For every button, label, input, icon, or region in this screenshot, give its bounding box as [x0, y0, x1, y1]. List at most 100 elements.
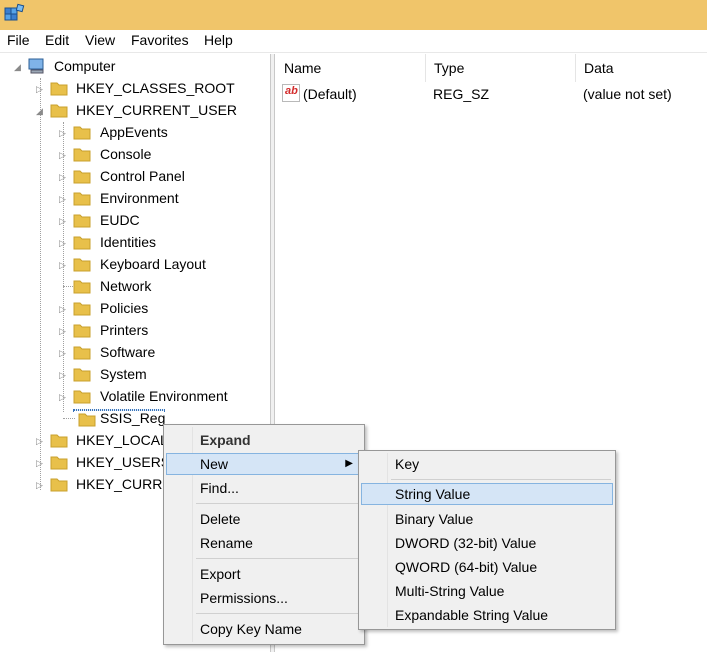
collapse-arrow-icon[interactable]: ◢	[36, 104, 46, 118]
folder-icon	[73, 302, 91, 316]
folder-icon	[73, 368, 91, 382]
tree-node-policies[interactable]: ▷ Policies	[59, 298, 269, 320]
tree-node-printers[interactable]: ▷ Printers	[59, 320, 269, 342]
expand-arrow-icon[interactable]: ▷	[59, 170, 69, 184]
submenu-item-dword[interactable]: DWORD (32-bit) Value	[361, 532, 613, 554]
menu-item-rename[interactable]: Rename	[166, 532, 362, 554]
menu-item-find[interactable]: Find...	[166, 477, 362, 499]
menu-item-expand[interactable]: Expand	[166, 429, 362, 451]
submenu-item-binary-value[interactable]: Binary Value	[361, 508, 613, 530]
tree-node-label: HKEY_CURRE	[76, 476, 172, 492]
folder-open-icon	[50, 104, 68, 118]
tree-node-environment[interactable]: ▷ Environment	[59, 188, 269, 210]
expand-arrow-icon[interactable]: ▷	[59, 302, 69, 316]
menu-view[interactable]: View	[85, 32, 115, 48]
tree-node-network[interactable]: Network	[59, 276, 269, 298]
tree-node-control-panel[interactable]: ▷ Control Panel	[59, 166, 269, 188]
context-menu: Expand New ▶ Find... Delete Rename Expor…	[163, 424, 365, 645]
expand-arrow-icon[interactable]: ▷	[36, 434, 46, 448]
submenu-item-qword[interactable]: QWORD (64-bit) Value	[361, 556, 613, 578]
tree-node-keyboard-layout[interactable]: ▷ Keyboard Layout	[59, 254, 269, 276]
submenu-item-string-value[interactable]: String Value	[361, 483, 613, 505]
menu-item-export[interactable]: Export	[166, 563, 362, 585]
menu-separator	[196, 558, 360, 559]
tree-node-console[interactable]: ▷ Console	[59, 144, 269, 166]
folder-icon	[50, 434, 68, 448]
tree-node-label: Volatile Environment	[100, 388, 228, 404]
menu-help[interactable]: Help	[204, 32, 233, 48]
tree-node-label: Identities	[100, 234, 157, 250]
expand-arrow-icon[interactable]: ▷	[59, 148, 69, 162]
tree-node-label: Console	[100, 146, 152, 162]
expand-arrow-icon[interactable]: ▷	[59, 126, 69, 140]
folder-icon	[73, 280, 91, 294]
menu-bar: File Edit View Favorites Help	[0, 30, 707, 53]
folder-icon	[73, 192, 91, 206]
menu-separator	[196, 503, 360, 504]
menu-separator	[196, 613, 360, 614]
tree-node-appevents[interactable]: ▷ AppEvents	[59, 122, 269, 144]
menu-favorites[interactable]: Favorites	[131, 32, 189, 48]
expand-arrow-icon[interactable]: ▷	[59, 192, 69, 206]
tree-node-hkey-classes-root[interactable]: ▷ HKEY_CLASSES_ROOT	[36, 78, 266, 100]
tree-node-label: AppEvents	[100, 124, 168, 140]
expand-arrow-icon[interactable]: ▷	[59, 324, 69, 338]
expand-arrow-icon[interactable]: ▷	[59, 258, 69, 272]
tree-node-selected-text: SSIS_Reg	[100, 410, 166, 426]
folder-icon	[73, 346, 91, 360]
tree-node-ssis-reg[interactable]: SSIS_Reg	[73, 408, 167, 430]
tree-node-computer[interactable]: ◢ Computer	[14, 56, 264, 78]
folder-icon	[73, 126, 91, 140]
column-header-type[interactable]: Type	[426, 54, 576, 82]
menu-item-permissions[interactable]: Permissions...	[166, 587, 362, 609]
value-data: (value not set)	[583, 86, 672, 102]
tree-node-label: HKEY_CLASSES_ROOT	[76, 80, 235, 96]
tree-connector	[40, 78, 41, 490]
folder-icon	[73, 258, 91, 272]
expand-arrow-icon[interactable]: ▷	[36, 456, 46, 470]
tree-node-label: Computer	[54, 58, 116, 74]
column-header-data[interactable]: Data	[576, 54, 707, 82]
tree-node-label: Control Panel	[100, 168, 185, 184]
tree-node-system[interactable]: ▷ System	[59, 364, 269, 386]
column-header-name[interactable]: Name	[276, 54, 426, 82]
tree-node-hkey-current-user[interactable]: ◢ HKEY_CURRENT_USER	[36, 100, 266, 122]
menu-edit[interactable]: Edit	[45, 32, 69, 48]
menu-file[interactable]: File	[7, 32, 30, 48]
folder-icon	[73, 170, 91, 184]
folder-icon	[73, 214, 91, 228]
expand-arrow-icon[interactable]: ▷	[59, 346, 69, 360]
folder-icon	[50, 82, 68, 96]
menu-item-new[interactable]: New ▶	[166, 453, 362, 475]
expand-arrow-icon[interactable]: ▷	[36, 82, 46, 96]
expand-arrow-icon[interactable]: ▷	[36, 478, 46, 492]
expand-arrow-icon[interactable]: ▷	[59, 236, 69, 250]
folder-icon	[78, 413, 96, 427]
menu-item-delete[interactable]: Delete	[166, 508, 362, 530]
tree-node-software[interactable]: ▷ Software	[59, 342, 269, 364]
expand-arrow-icon[interactable]: ▷	[59, 214, 69, 228]
tree-node-label: Printers	[100, 322, 149, 338]
tree-node-label: Software	[100, 344, 156, 360]
tree-node-label: Policies	[100, 300, 149, 316]
submenu-item-key[interactable]: Key	[361, 453, 613, 475]
tree-node-label: System	[100, 366, 147, 382]
computer-icon	[28, 58, 44, 74]
menu-item-copy-key-name[interactable]: Copy Key Name	[166, 618, 362, 640]
folder-icon	[73, 236, 91, 250]
tree-node-label: HKEY_CURRENT_USER	[76, 102, 238, 118]
submenu-item-expandable-string[interactable]: Expandable String Value	[361, 604, 613, 626]
registry-editor-icon[interactable]	[2, 2, 26, 26]
submenu-item-multi-string[interactable]: Multi-String Value	[361, 580, 613, 602]
tree-node-eudc[interactable]: ▷ EUDC	[59, 210, 269, 232]
submenu-arrow-icon: ▶	[345, 458, 353, 469]
collapse-arrow-icon[interactable]: ◢	[14, 60, 24, 74]
list-row[interactable]: ab (Default) REG_SZ (value not set)	[276, 84, 707, 106]
tree-node-label: Environment	[100, 190, 179, 206]
tree-node-identities[interactable]: ▷ Identities	[59, 232, 269, 254]
title-bar	[0, 0, 707, 30]
expand-arrow-icon[interactable]: ▷	[59, 368, 69, 382]
tree-node-label: Keyboard Layout	[100, 256, 206, 272]
expand-arrow-icon[interactable]: ▷	[59, 390, 69, 404]
tree-node-volatile-environment[interactable]: ▷ Volatile Environment	[59, 386, 269, 408]
